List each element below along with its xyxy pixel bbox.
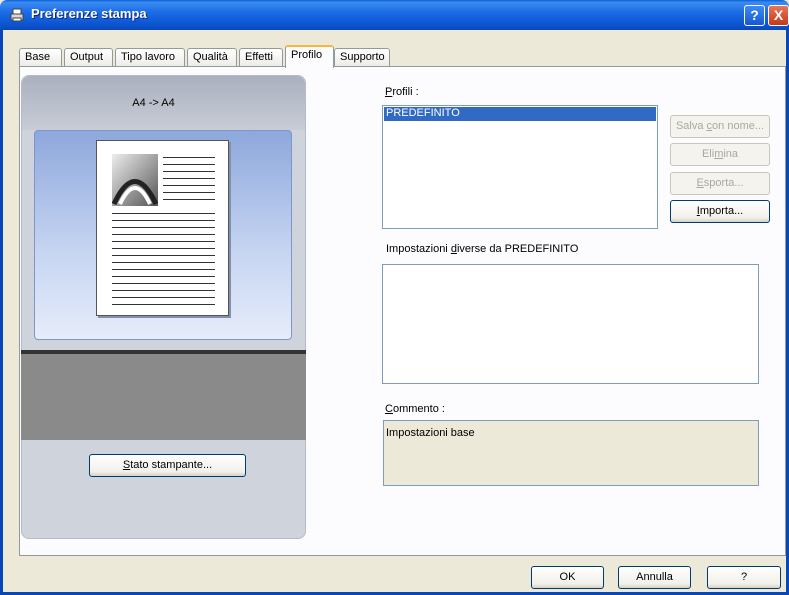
tab-base[interactable]: Base (19, 48, 62, 67)
import-button[interactable]: Importa... (670, 200, 770, 223)
tab-qualita[interactable]: Qualità (187, 48, 237, 67)
export-button: Esporta... (670, 172, 770, 195)
preview-tray-area (21, 350, 306, 440)
tab-profilo[interactable]: Profilo (285, 45, 334, 68)
cancel-button[interactable]: Annulla (618, 566, 691, 589)
printer-status-button[interactable]: Stato stampante... (89, 454, 246, 477)
window-title: Preferenze stampa (31, 6, 147, 21)
profiles-label: Profili : (385, 86, 419, 98)
printer-icon (10, 8, 24, 22)
comment-label: Commento : (385, 403, 445, 415)
page-size-label: A4 -> A4 (132, 97, 175, 109)
differences-label: Impostazioni diverse da PREDEFINITO (386, 243, 579, 255)
tab-supporto[interactable]: Supporto (334, 48, 390, 67)
list-item[interactable]: PREDEFINITO (384, 107, 656, 121)
differences-list[interactable] (382, 264, 759, 384)
tab-effetti[interactable]: Effetti (239, 48, 283, 67)
image-thumbnail-icon (112, 154, 158, 206)
help-button[interactable]: ? (707, 566, 781, 589)
tab-output[interactable]: Output (64, 48, 113, 67)
comment-field[interactable]: Impostazioni base (383, 420, 759, 486)
ok-button[interactable]: OK (531, 566, 604, 589)
delete-button: Elimina (670, 143, 770, 166)
help-title-button[interactable]: ? (744, 5, 765, 26)
profiles-list[interactable]: PREDEFINITO (382, 105, 658, 229)
save-as-button: Salva con nome... (670, 115, 770, 138)
close-button[interactable]: X (768, 5, 789, 26)
title-bar: Preferenze stampa ? X (0, 0, 789, 30)
tab-tipo-lavoro[interactable]: Tipo lavoro (115, 48, 185, 67)
page-thumbnail (96, 140, 229, 316)
